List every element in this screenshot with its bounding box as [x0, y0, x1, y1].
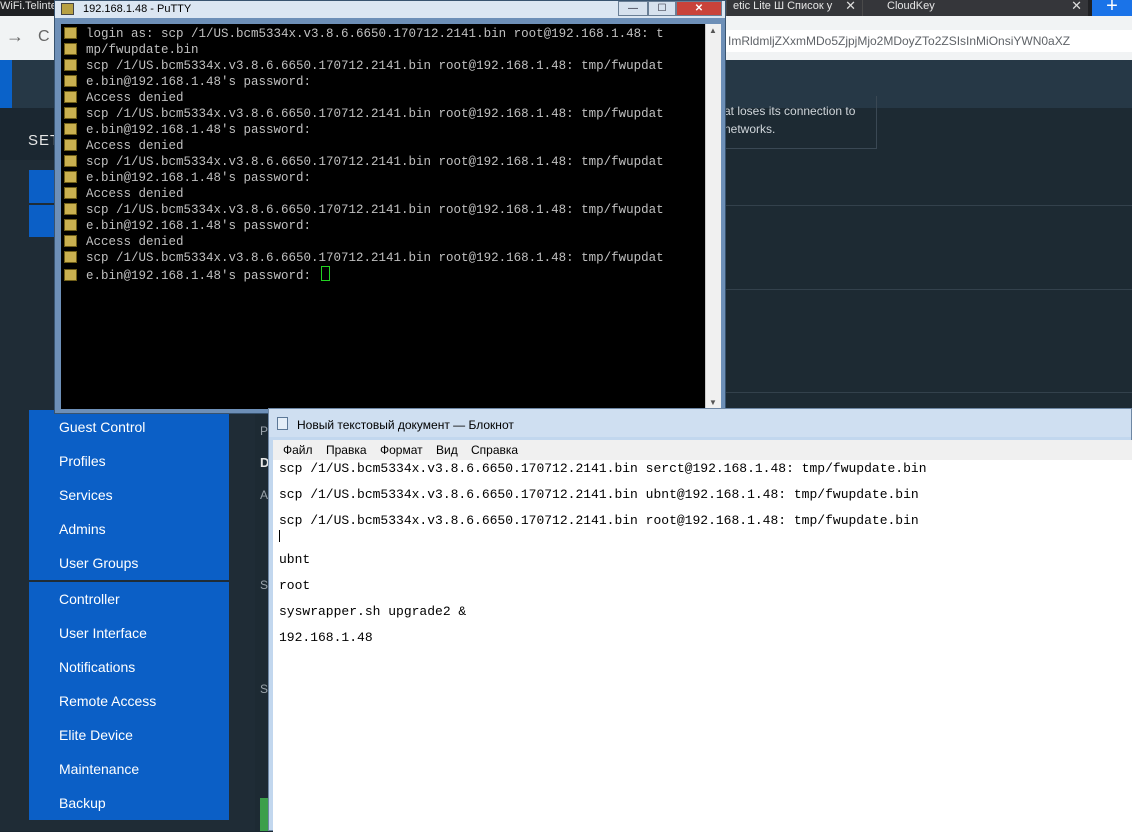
sidebar-item-remote-access[interactable]: Remote Access: [59, 691, 156, 711]
text-line: ubnt: [279, 552, 311, 567]
text-line: syswrapper.sh upgrade2 &: [279, 604, 467, 619]
address-bar[interactable]: ImRldmljZXxmMDo5ZjpjMjo2MDoyZTo2ZSIsInMi…: [720, 30, 1132, 52]
terminal-line: e.bin@192.168.1.48's password:: [61, 218, 311, 234]
text-line: scp /1/US.bcm5334x.v3.8.6.6650.170712.21…: [279, 461, 927, 476]
key-icon: [64, 139, 77, 151]
terminal-line: Access denied: [61, 90, 184, 106]
sidebar-item-user-groups[interactable]: User Groups: [59, 553, 138, 573]
putty-titlebar[interactable]: 192.168.1.48 - PuTTY — ☐ ✕: [55, 1, 725, 18]
key-icon: [64, 203, 77, 215]
field-label-partial: P: [260, 424, 269, 438]
sidebar-item-elite-device[interactable]: Elite Device: [59, 725, 133, 745]
minimize-button[interactable]: —: [618, 1, 648, 16]
terminal-line: e.bin@192.168.1.48's password:: [61, 122, 311, 138]
sidebar-item-maintenance[interactable]: Maintenance: [59, 759, 139, 779]
field-label-partial: S: [260, 682, 269, 696]
key-icon: [64, 187, 77, 199]
field-label-partial: A: [260, 488, 269, 502]
sidebar-item-controller[interactable]: Controller: [59, 589, 120, 609]
setting-description: at loses its connection to networks.: [724, 104, 856, 136]
putty-app-icon[interactable]: [61, 3, 74, 15]
close-button[interactable]: ✕: [676, 1, 722, 16]
terminal-line: mp/fwupdate.bin: [61, 42, 199, 58]
key-icon: [64, 59, 77, 71]
putty-terminal[interactable]: login as: scp /1/US.bcm5334x.v3.8.6.6650…: [61, 24, 721, 409]
terminal-line: scp /1/US.bcm5334x.v3.8.6.6650.170712.21…: [61, 106, 664, 122]
notepad-menubar: Файл Правка Формат Вид Справка: [273, 440, 1132, 460]
menu-edit[interactable]: Правка: [326, 443, 367, 457]
terminal-line: scp /1/US.bcm5334x.v3.8.6.6650.170712.21…: [61, 202, 664, 218]
key-icon: [64, 75, 77, 87]
key-icon: [64, 123, 77, 135]
notepad-window: Новый текстовый документ — Блокнот Файл …: [268, 408, 1132, 832]
key-icon: [64, 91, 77, 103]
text-caret: [279, 530, 280, 542]
putty-window: 192.168.1.48 - PuTTY — ☐ ✕ login as: scp…: [54, 0, 726, 414]
text-line: scp /1/US.bcm5334x.v3.8.6.6650.170712.21…: [279, 487, 919, 502]
terminal-line: e.bin@192.168.1.48's password:: [61, 170, 311, 186]
key-icon: [64, 107, 77, 119]
maximize-button[interactable]: ☐: [648, 1, 676, 16]
scroll-up-icon[interactable]: ▲: [709, 26, 717, 35]
notepad-text-area[interactable]: scp /1/US.bcm5334x.v3.8.6.6650.170712.21…: [273, 460, 1132, 832]
terminal-line: e.bin@192.168.1.48's password:: [61, 266, 330, 283]
close-icon[interactable]: ✕: [845, 0, 856, 12]
terminal-line: e.bin@192.168.1.48's password:: [61, 74, 311, 90]
reload-icon[interactable]: C: [38, 28, 50, 46]
terminal-line: Access denied: [61, 138, 184, 154]
notepad-title: Новый текстовый документ — Блокнот: [297, 418, 514, 432]
sidebar-item-user-interface[interactable]: User Interface: [59, 623, 147, 643]
putty-title: 192.168.1.48 - PuTTY: [83, 3, 192, 15]
key-icon: [64, 251, 77, 263]
browser-tab-elite[interactable]: etic Lite Ш Список у ✕: [726, 0, 862, 16]
tab-label: etic Lite Ш Список у: [733, 0, 833, 12]
text-line: 192.168.1.48: [279, 630, 373, 645]
key-icon: [64, 235, 77, 247]
text-line: scp /1/US.bcm5334x.v3.8.6.6650.170712.21…: [279, 513, 919, 528]
menu-format[interactable]: Формат: [380, 443, 423, 457]
close-icon[interactable]: ✕: [1071, 0, 1082, 12]
key-icon: [64, 219, 77, 231]
terminal-cursor: [320, 266, 330, 281]
terminal-line: login as: scp /1/US.bcm5334x.v3.8.6.6650…: [61, 26, 664, 42]
header-accent: [0, 60, 12, 108]
new-tab-button[interactable]: +: [1092, 0, 1132, 16]
menu-view[interactable]: Вид: [436, 443, 458, 457]
notepad-titlebar[interactable]: Новый текстовый документ — Блокнот: [269, 409, 1131, 437]
key-icon: [64, 155, 77, 167]
terminal-scrollbar[interactable]: ▲ ▼: [705, 24, 721, 409]
notepad-app-icon[interactable]: [277, 417, 288, 430]
sidebar-item-guest-control[interactable]: Guest Control: [59, 417, 145, 437]
sidebar-item-profiles[interactable]: Profiles: [59, 451, 106, 471]
browser-tab-cloudkey[interactable]: CloudKey ✕: [862, 0, 1088, 16]
terminal-line: Access denied: [61, 234, 184, 250]
terminal-line: scp /1/US.bcm5334x.v3.8.6.6650.170712.21…: [61, 250, 664, 266]
divider: [724, 205, 1132, 206]
terminal-line: scp /1/US.bcm5334x.v3.8.6.6650.170712.21…: [61, 154, 664, 170]
sidebar-item-admins[interactable]: Admins: [59, 519, 106, 539]
menu-help[interactable]: Справка: [471, 443, 518, 457]
status-indicator: [260, 798, 268, 831]
tab-label: CloudKey: [887, 0, 935, 12]
divider: [724, 392, 1132, 393]
scroll-down-icon[interactable]: ▼: [709, 398, 717, 407]
forward-arrow-icon[interactable]: →: [6, 26, 24, 47]
terminal-line: Access denied: [61, 186, 184, 202]
browser-tab-partial[interactable]: WiFi.Telinte: [0, 0, 57, 12]
terminal-line: scp /1/US.bcm5334x.v3.8.6.6650.170712.21…: [61, 58, 664, 74]
key-icon: [64, 269, 77, 281]
key-icon: [64, 43, 77, 55]
text-line: root: [279, 578, 311, 593]
sidebar-item-notifications[interactable]: Notifications: [59, 657, 135, 677]
divider: [724, 289, 1132, 290]
sidebar-item-backup[interactable]: Backup: [59, 793, 106, 813]
key-icon: [64, 27, 77, 39]
key-icon: [64, 171, 77, 183]
menu-file[interactable]: Файл: [283, 443, 313, 457]
field-label-partial: S: [260, 578, 269, 592]
sidebar-item-services[interactable]: Services: [59, 485, 113, 505]
